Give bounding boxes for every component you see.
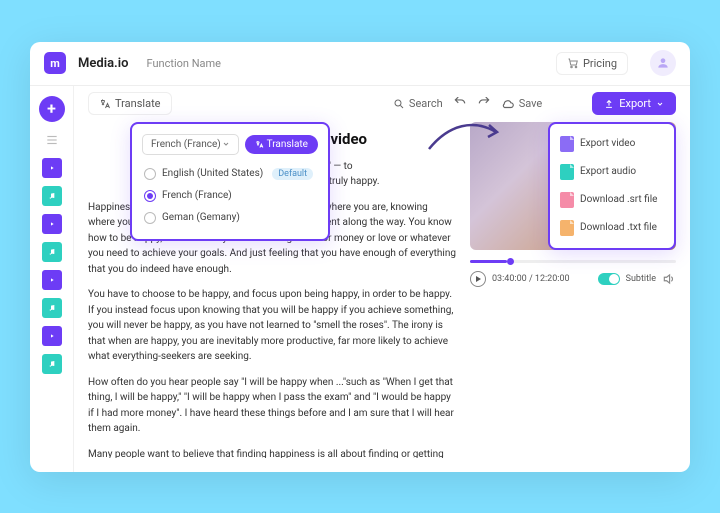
pricing-label: Pricing: [583, 57, 617, 70]
time-display: 03:40:00 / 12:20:00: [492, 274, 570, 284]
app-logo: m: [44, 52, 66, 74]
export-option-label: Export audio: [580, 166, 636, 177]
player-controls: 03:40:00 / 12:20:00 Subtitle: [470, 271, 676, 287]
language-option[interactable]: Geman (Gemany): [142, 207, 318, 229]
save-label: Save: [519, 97, 543, 110]
translate-icon: [255, 140, 264, 149]
export-audio-option[interactable]: Export audio: [556, 158, 668, 186]
paragraph: You have to choose to be happy, and focu…: [88, 287, 456, 365]
timeline-slider[interactable]: [470, 260, 676, 263]
add-button[interactable]: +: [39, 96, 65, 122]
language-option[interactable]: French (France): [142, 185, 318, 207]
paragraph: Many people want to believe that finding…: [88, 447, 456, 458]
file-icon: [560, 192, 574, 208]
radio-icon: [144, 190, 156, 202]
app-window: m Media.io Function Name Pricing +: [30, 42, 690, 472]
export-option-label: Download .txt file: [580, 222, 657, 233]
toolbar: Translate Search Save Export: [74, 86, 690, 122]
pricing-button[interactable]: Pricing: [556, 52, 628, 75]
function-name-label: Function Name: [146, 57, 221, 70]
menu-icon[interactable]: [42, 130, 62, 150]
language-label: Geman (Gemany): [162, 212, 240, 223]
audio-file-icon[interactable]: [42, 298, 62, 318]
export-video-option[interactable]: Export video: [556, 130, 668, 158]
audio-file-icon[interactable]: [42, 242, 62, 262]
audio-file-icon[interactable]: [42, 186, 62, 206]
audio-file-icon[interactable]: [42, 354, 62, 374]
export-dropdown: Export video Export audio Download .srt …: [548, 122, 676, 250]
file-icon: [560, 164, 574, 180]
subtitle-label: Subtitle: [626, 274, 656, 284]
translate-action-button[interactable]: Translate: [245, 135, 318, 154]
search-button[interactable]: Search: [393, 97, 443, 110]
file-icon: [560, 136, 574, 152]
topbar: m Media.io Function Name Pricing: [30, 42, 690, 86]
translate-dropdown: French (France) Translate English (Unite…: [130, 122, 330, 241]
sidebar: +: [30, 86, 74, 472]
selected-language: French (France): [151, 139, 221, 150]
brand-name: Media.io: [78, 56, 128, 71]
radio-icon: [144, 212, 156, 224]
video-file-icon[interactable]: [42, 158, 62, 178]
download-txt-option[interactable]: Download .txt file: [556, 214, 668, 242]
redo-button[interactable]: [477, 97, 491, 111]
search-icon: [393, 98, 405, 110]
main: Translate Search Save Export: [74, 86, 690, 472]
translate-button[interactable]: Translate: [88, 92, 172, 115]
translate-action-label: Translate: [267, 139, 308, 150]
export-button[interactable]: Export: [592, 92, 676, 115]
subtitle-toggle[interactable]: [598, 273, 620, 285]
video-file-icon[interactable]: [42, 270, 62, 290]
file-icon: [560, 220, 574, 236]
save-button[interactable]: Save: [501, 97, 543, 111]
paragraph: How often do you hear people say "I will…: [88, 375, 456, 437]
translate-icon: [99, 98, 111, 110]
export-option-label: Export video: [580, 138, 635, 149]
cart-icon: [567, 57, 579, 69]
search-label: Search: [409, 97, 443, 110]
language-select[interactable]: French (France): [142, 134, 239, 155]
cloud-icon: [501, 97, 515, 111]
video-file-icon[interactable]: [42, 214, 62, 234]
export-label: Export: [619, 97, 651, 110]
avatar[interactable]: [650, 50, 676, 76]
radio-icon: [144, 168, 156, 180]
default-badge: Default: [272, 168, 313, 180]
download-srt-option[interactable]: Download .srt file: [556, 186, 668, 214]
volume-icon[interactable]: [662, 272, 676, 286]
language-label: French (France): [162, 190, 232, 201]
upload-icon: [604, 99, 614, 109]
chevron-down-icon: [656, 100, 664, 108]
translate-label: Translate: [115, 97, 161, 110]
play-button[interactable]: [470, 271, 486, 287]
export-option-label: Download .srt file: [580, 194, 657, 205]
chevron-down-icon: [222, 140, 230, 148]
undo-button[interactable]: [453, 97, 467, 111]
language-label: English (United States): [162, 168, 263, 179]
language-option[interactable]: English (United States) Default: [142, 163, 318, 185]
video-file-icon[interactable]: [42, 326, 62, 346]
